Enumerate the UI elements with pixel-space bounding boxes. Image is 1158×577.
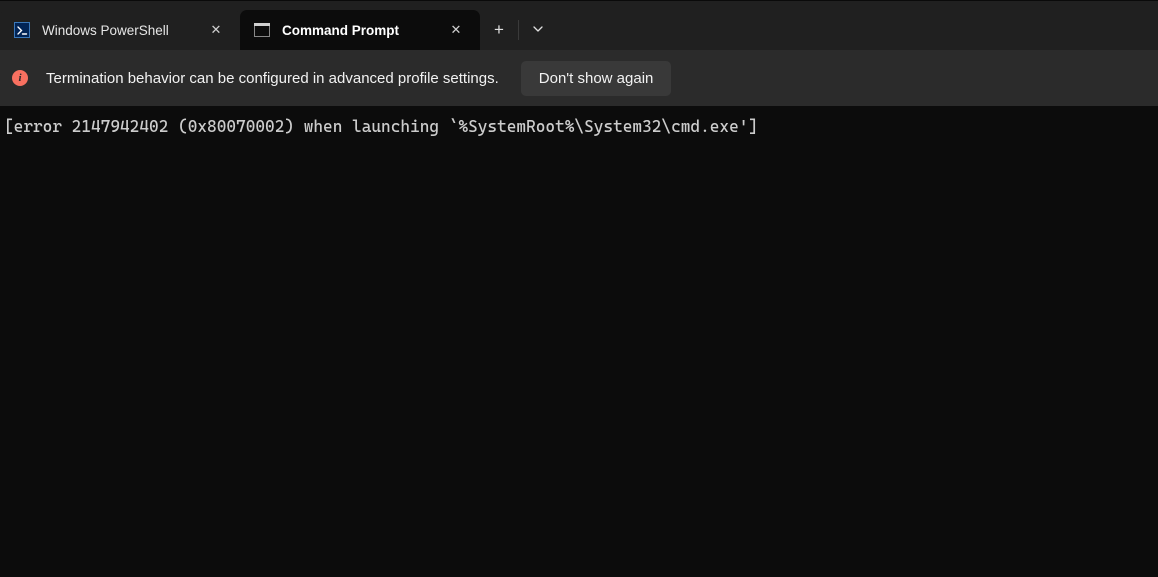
info-message: Termination behavior can be configured i… [46,70,499,87]
cmd-icon [254,22,270,38]
tab-command-prompt[interactable]: Command Prompt ✕ [240,10,480,50]
powershell-icon [14,22,30,38]
close-icon[interactable]: ✕ [444,18,468,42]
chevron-down-icon [532,22,544,38]
tab-label: Windows PowerShell [42,23,196,38]
titlebar: Windows PowerShell ✕ Command Prompt ✕ + [0,0,1158,50]
tab-powershell[interactable]: Windows PowerShell ✕ [0,10,240,50]
terminal-output[interactable]: [error 2147942402 (0x80070002) when laun… [0,106,1158,147]
info-bar: i Termination behavior can be configured… [0,50,1158,106]
titlebar-actions: + [480,10,557,50]
tab-label: Command Prompt [282,23,436,38]
plus-icon: + [494,20,504,40]
new-tab-button[interactable]: + [480,10,518,50]
info-icon: i [12,70,28,86]
tab-dropdown-button[interactable] [519,10,557,50]
dont-show-again-button[interactable]: Don't show again [521,61,672,96]
close-icon[interactable]: ✕ [204,18,228,42]
